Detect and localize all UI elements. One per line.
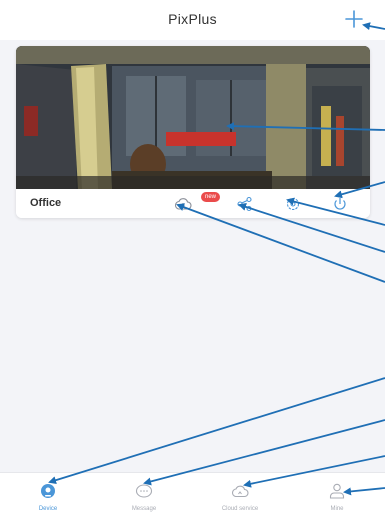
camera-preview[interactable]: [16, 46, 370, 189]
new-badge: new: [201, 192, 221, 202]
device-toolbar: Office new: [16, 189, 370, 218]
plus-icon: [345, 10, 363, 28]
top-bar: PixPlus: [0, 0, 385, 40]
tab-label: Device: [38, 506, 58, 512]
cloud-icon: [231, 485, 249, 498]
cloud-replay-icon: [174, 198, 192, 210]
tab-message[interactable]: Message: [96, 473, 192, 520]
share-button[interactable]: [235, 194, 255, 214]
power-icon: [334, 198, 346, 210]
cloud-replay-button[interactable]: [173, 194, 193, 214]
arrow-to-device-tab: [48, 377, 385, 485]
device-card: Office new: [16, 46, 370, 218]
message-icon: [135, 484, 153, 498]
settings-icon: [286, 197, 300, 211]
tab-label: Message: [131, 506, 157, 512]
tab-device[interactable]: Device: [0, 473, 96, 520]
app-title: PixPlus: [168, 11, 217, 27]
tab-cloud-service[interactable]: Cloud service: [192, 473, 288, 520]
device-icon: [41, 484, 55, 498]
bottom-tab-bar: Device Message Cloud service Mine: [0, 472, 385, 520]
tab-mine[interactable]: Mine: [289, 473, 385, 520]
settings-button[interactable]: [283, 194, 303, 214]
camera-snapshot: [16, 46, 370, 189]
tab-label: Cloud service: [221, 506, 259, 512]
share-icon: [237, 196, 252, 212]
power-button[interactable]: [330, 194, 350, 214]
tab-label: Mine: [330, 506, 344, 512]
person-icon: [329, 483, 345, 499]
device-name: Office: [30, 197, 62, 209]
add-device-button[interactable]: [344, 9, 364, 29]
